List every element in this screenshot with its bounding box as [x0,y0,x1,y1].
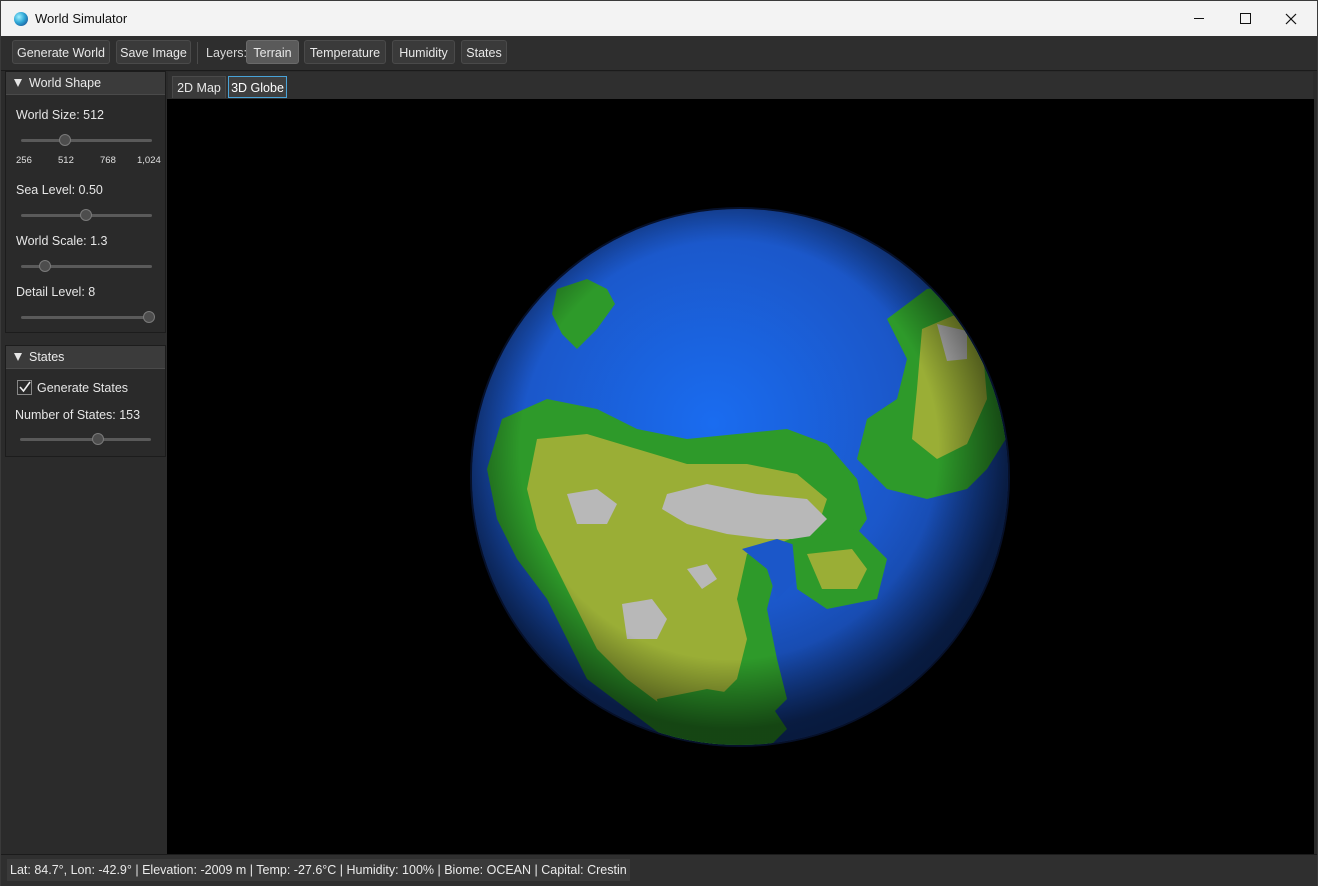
detail-level-slider[interactable] [21,316,152,319]
generate-world-button[interactable]: Generate World [12,40,110,64]
globe-viewport[interactable] [167,99,1314,854]
sea-level-slider-thumb[interactable] [80,209,92,221]
world-size-slider-thumb[interactable] [59,134,71,146]
save-image-button[interactable]: Save Image [116,40,191,64]
number-of-states-slider[interactable] [20,438,151,441]
status-text: Lat: 84.7°, Lon: -42.9° | Elevation: -20… [7,859,630,881]
world-size-slider[interactable] [21,139,152,142]
collapse-triangle-icon [14,79,22,87]
number-of-states-slider-thumb[interactable] [92,433,104,445]
close-button[interactable] [1268,1,1314,36]
tab-3d-globe[interactable]: 3D Globe [228,76,287,98]
layer-humidity-button[interactable]: Humidity [392,40,455,64]
minimize-button[interactable] [1176,1,1222,36]
layers-label: Layers: [206,46,247,60]
layer-states-button[interactable]: States [461,40,507,64]
close-icon [1285,13,1297,25]
layer-temperature-button[interactable]: Temperature [304,40,386,64]
globe-canvas[interactable] [167,99,1314,854]
collapse-triangle-icon [14,353,22,361]
window-title: World Simulator [35,11,128,26]
number-of-states-label: Number of States: 153 [15,408,141,422]
view-tab-strip: 2D Map 3D Globe [168,72,1313,100]
states-title: States [29,350,65,364]
status-bar: Lat: 84.7°, Lon: -42.9° | Elevation: -20… [1,854,1317,886]
world-size-label: World Size: 512 [16,108,105,122]
detail-level-label: Detail Level: 8 [16,285,96,299]
world-shape-panel: World Shape World Size: 512 256 512 768 … [5,71,166,333]
layer-terrain-button[interactable]: Terrain [246,40,299,64]
detail-level-slider-thumb[interactable] [143,311,155,323]
generate-states-label: Generate States [37,381,129,395]
world-shape-title: World Shape [29,76,102,90]
world-size-tick: 512 [58,155,74,166]
app-window: World Simulator Generate World Save Imag… [0,0,1318,886]
tab-2d-map[interactable]: 2D Map [172,76,226,98]
title-bar: World Simulator [1,1,1317,36]
world-size-tick: 256 [16,155,32,166]
world-scale-slider-thumb[interactable] [39,260,51,272]
world-shape-header[interactable]: World Shape [6,72,165,95]
world-size-tick: 768 [100,155,116,166]
generate-states-checkbox[interactable] [17,380,32,395]
maximize-button[interactable] [1222,1,1268,36]
checkmark-icon [19,381,31,393]
toolbar-separator [197,42,198,64]
world-size-tick: 1,024 [137,155,161,166]
world-scale-label: World Scale: 1.3 [16,234,108,248]
states-header[interactable]: States [6,346,165,369]
globe-app-icon [14,12,28,26]
toolbar: Generate World Save Image Layers: Terrai… [1,36,1317,71]
sea-level-label: Sea Level: 0.50 [16,183,103,197]
sidebar: World Shape World Size: 512 256 512 768 … [5,71,166,853]
